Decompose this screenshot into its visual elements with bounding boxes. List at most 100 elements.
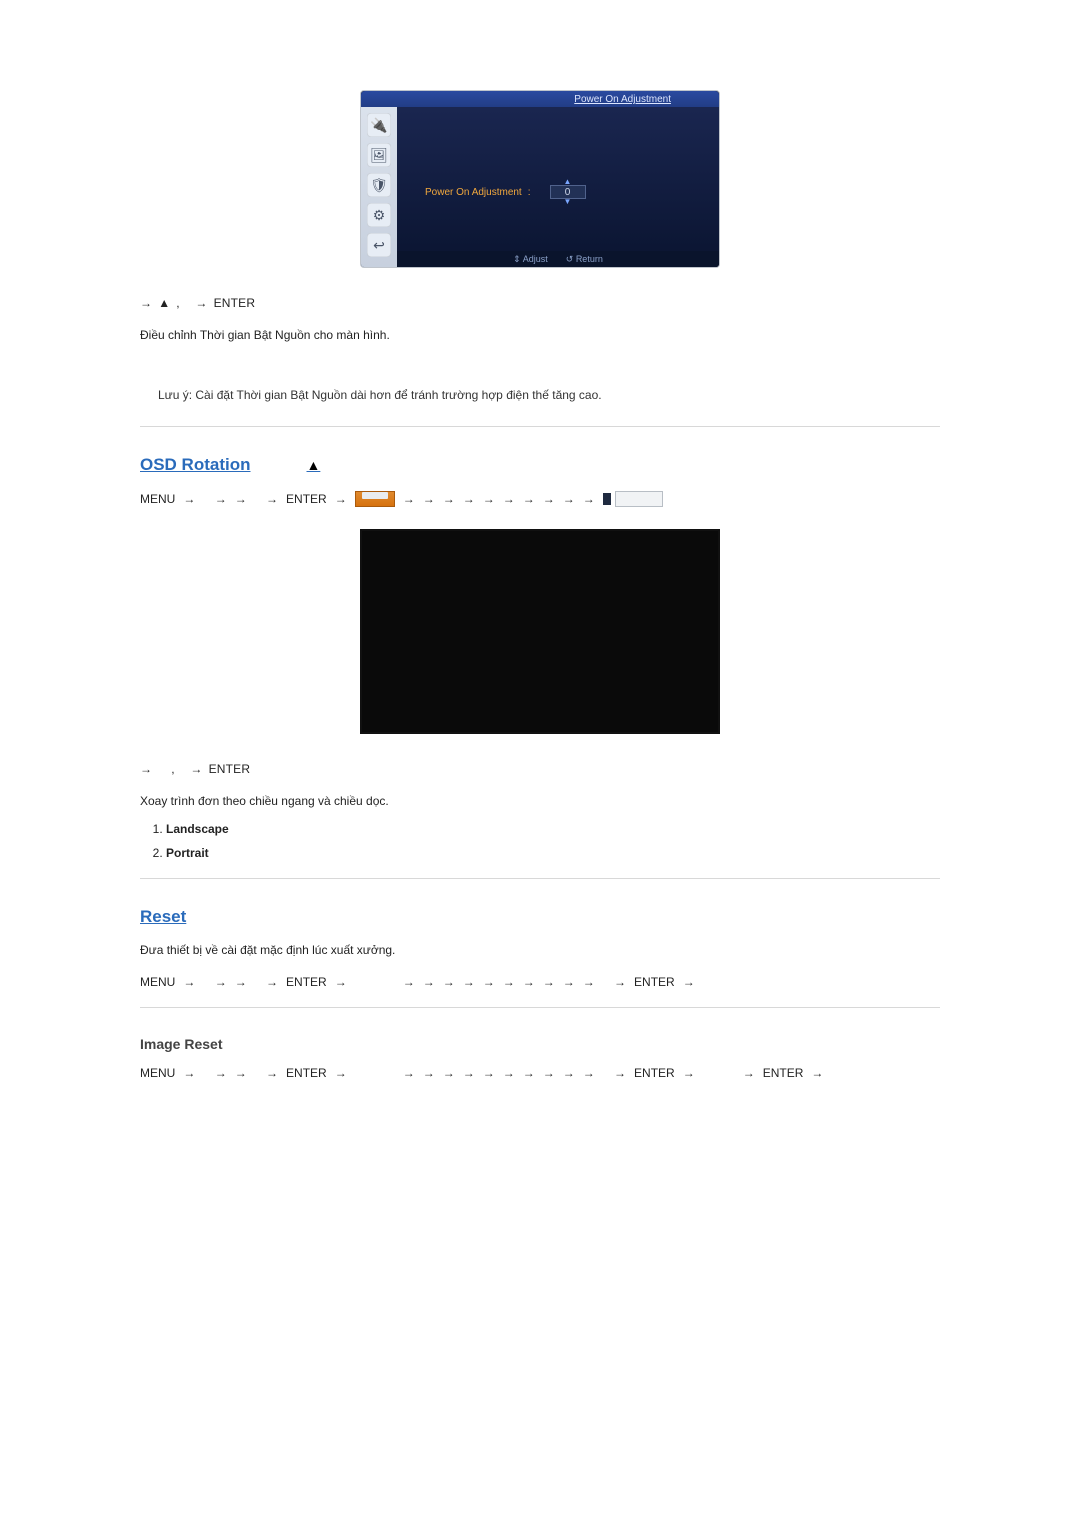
arrow-icon: → [423, 492, 435, 506]
power-icon: 🔌 [367, 113, 391, 137]
arrow-icon: → [563, 492, 575, 506]
arrow-icon: → [235, 492, 247, 506]
arrow-icon: → [443, 492, 455, 506]
osd-rail: 🔌 🖼 🛡 ⚙ ↩ [361, 107, 397, 267]
arrow-icon: → [403, 492, 415, 506]
arrow-icon: → [483, 1066, 495, 1080]
return-icon: ↺ [566, 254, 574, 264]
arrow-icon: → [215, 492, 227, 506]
menu-label: MENU [140, 1066, 175, 1080]
osd-footer-return: ↺ Return [566, 254, 603, 265]
arrow-icon: → [183, 492, 195, 506]
arrow-icon: → [503, 492, 515, 506]
arrow-icon: → [423, 1066, 435, 1080]
picture-icon: 🖼 [367, 143, 391, 167]
arrow-icon: → [215, 1066, 227, 1080]
list-item: Portrait [166, 846, 940, 860]
rotation-nav-line: → , → ENTER [140, 762, 940, 776]
arrow-icon: → [335, 1066, 347, 1080]
rotation-desc: Xoay trình đơn theo chiều ngang và chiều… [140, 794, 940, 808]
arrow-icon: → [463, 975, 475, 989]
up-icon: ▲ [158, 296, 170, 310]
arrow-icon: → [140, 296, 152, 310]
arrow-icon: → [523, 975, 535, 989]
arrow-icon: → [543, 1066, 555, 1080]
go-top-icon[interactable]: ▲ [307, 457, 321, 473]
spinner-down-icon: ▼ [564, 199, 572, 205]
arrow-icon: → [423, 975, 435, 989]
arrow-icon: → [235, 975, 247, 989]
white-tag-indicator [603, 493, 611, 505]
arrow-icon: → [583, 492, 595, 506]
osd-row-label: Power On Adjustment [425, 187, 522, 198]
osd-rotation-screenshot [360, 529, 720, 734]
divider [140, 878, 940, 879]
arrow-icon: → [563, 1066, 575, 1080]
arrow-icon: → [335, 975, 347, 989]
arrow-icon: → [183, 1066, 195, 1080]
reset-heading: Reset [140, 907, 940, 927]
arrow-icon: → [215, 975, 227, 989]
arrow-icon: → [266, 1066, 278, 1080]
arrow-icon: → [266, 975, 278, 989]
list-item: Landscape [166, 822, 940, 836]
arrow-icon: → [523, 1066, 535, 1080]
arrow-icon: → [403, 975, 415, 989]
arrow-icon: → [483, 492, 495, 506]
menu-label: MENU [140, 975, 175, 989]
exit-icon: ↩ [367, 233, 391, 257]
arrow-icon: → [811, 1066, 823, 1080]
arrow-icon: → [503, 1066, 515, 1080]
arrow-icon: → [523, 492, 535, 506]
osd-rotation-menu-path: MENU → → → → ENTER→ → → → → → → → → → → [140, 491, 940, 507]
nav-enter: ENTER [209, 762, 251, 776]
note-text: : Cài đặt Thời gian Bật Nguồn dài hơn để… [189, 388, 602, 402]
osd-main: Power On Adjustment : ▲ ▼ ⇕ Adjust ↺ [397, 107, 719, 267]
image-reset-heading: Image Reset [140, 1036, 940, 1052]
arrow-icon: → [335, 492, 347, 506]
enter-label: ENTER [763, 1066, 804, 1080]
nav-comma: , [176, 296, 180, 310]
arrow-icon: → [583, 1066, 595, 1080]
arrow-icon: → [583, 975, 595, 989]
arrow-icon: → [235, 1066, 247, 1080]
arrow-icon: → [403, 1066, 415, 1080]
note-label: Lưu ý [158, 388, 189, 402]
nav-comma: , [171, 762, 175, 776]
osd-rotation-title: OSD Rotation [140, 455, 251, 475]
arrow-icon: → [743, 1066, 755, 1080]
divider [140, 1007, 940, 1008]
enter-label: ENTER [286, 975, 327, 989]
arrow-icon: → [543, 492, 555, 506]
osd-row: Power On Adjustment : ▲ ▼ [425, 179, 707, 205]
orange-tag-icon [355, 491, 395, 507]
enter-label: ENTER [286, 492, 327, 506]
arrow-icon: → [183, 975, 195, 989]
power-note: Lưu ý: Cài đặt Thời gian Bật Nguồn dài h… [158, 388, 940, 402]
osd-power-on-adjustment-screenshot: Power On Adjustment 🔌 🖼 🛡 ⚙ ↩ Power On A… [360, 90, 720, 268]
arrow-icon: → [463, 1066, 475, 1080]
nav-enter: ENTER [214, 296, 256, 310]
osd-body: 🔌 🖼 🛡 ⚙ ↩ Power On Adjustment : ▲ ▼ [361, 107, 719, 267]
arrow-icon: → [614, 1066, 626, 1080]
power-desc: Điều chỉnh Thời gian Bật Nguồn cho màn h… [140, 328, 940, 342]
reset-title: Reset [140, 907, 186, 927]
osd-row-separator: : [528, 187, 531, 198]
shield-icon: 🛡 [367, 173, 391, 197]
arrow-icon: → [563, 975, 575, 989]
arrow-icon: → [190, 762, 202, 776]
enter-label: ENTER [634, 1066, 675, 1080]
osd-spinner: ▲ ▼ [547, 179, 589, 205]
arrow-icon: → [195, 296, 207, 310]
arrow-icon: → [443, 1066, 455, 1080]
arrow-icon: → [443, 975, 455, 989]
reset-desc: Đưa thiết bị về cài đặt mặc định lúc xuấ… [140, 943, 940, 957]
osd-footer-adjust: ⇕ Adjust [513, 254, 548, 265]
arrow-icon: → [683, 1066, 695, 1080]
gear-icon: ⚙ [367, 203, 391, 227]
reset-menu-path: MENU → → → → ENTER→ → → → → → → → → → → … [140, 975, 940, 989]
white-tag-icon [615, 491, 663, 507]
image-reset-menu-path: MENU → → → → ENTER→ → → → → → → → → → → … [140, 1066, 940, 1080]
arrow-icon: → [683, 975, 695, 989]
enter-label: ENTER [634, 975, 675, 989]
